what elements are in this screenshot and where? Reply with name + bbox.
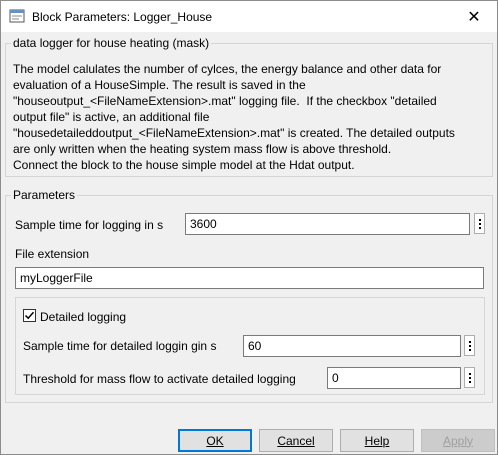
dot-icon [478, 222, 481, 225]
cancel-button-label: Cancel [277, 433, 315, 448]
threshold-label: Threshold for mass flow to activate deta… [23, 372, 296, 386]
checkmark-icon [24, 311, 35, 320]
help-button[interactable]: Help [340, 429, 414, 452]
dot-icon [478, 226, 481, 229]
parameters-legend: Parameters [11, 188, 78, 202]
apply-button-label: Apply [442, 433, 474, 448]
ok-button-label: OK [206, 433, 224, 448]
dot-icon [468, 348, 471, 351]
sample-time-label: Sample time for logging in s [15, 218, 164, 232]
cancel-button[interactable]: Cancel [259, 429, 333, 452]
sample-time-more-button[interactable] [474, 213, 485, 234]
file-extension-label: File extension [15, 247, 90, 261]
detailed-logging-checkbox[interactable] [23, 309, 36, 322]
close-button[interactable]: ✕ [451, 1, 497, 32]
dot-icon [468, 380, 471, 383]
window-title: Block Parameters: Logger_House [32, 10, 213, 24]
detailed-sample-time-input[interactable]: 60 [243, 335, 461, 357]
sample-time-input[interactable]: 3600 [185, 213, 470, 235]
dot-icon [468, 340, 471, 343]
mask-legend: data logger for house heating (mask) [11, 36, 212, 50]
close-icon: ✕ [467, 8, 481, 26]
simulink-block-icon [9, 9, 25, 23]
title-bar[interactable]: Block Parameters: Logger_House ✕ [1, 1, 497, 32]
dialog-window: Block Parameters: Logger_House ✕ data lo… [0, 0, 498, 455]
mask-description: The model calulates the number of cylces… [13, 62, 455, 172]
file-extension-input[interactable]: myLoggerFile [15, 267, 484, 289]
dot-icon [478, 218, 481, 221]
detailed-sample-time-label: Sample time for detailed loggin gin s [23, 339, 217, 353]
dot-icon [468, 344, 471, 347]
threshold-input[interactable]: 0 [327, 367, 461, 389]
help-button-label: Help [364, 433, 390, 448]
detailed-sample-time-more-button[interactable] [464, 335, 475, 356]
dot-icon [468, 376, 471, 379]
dot-icon [468, 372, 471, 375]
detailed-logging-label[interactable]: Detailed logging [40, 310, 126, 324]
threshold-more-button[interactable] [464, 367, 475, 388]
apply-button[interactable]: Apply [421, 429, 495, 452]
ok-button[interactable]: OK [178, 429, 252, 452]
